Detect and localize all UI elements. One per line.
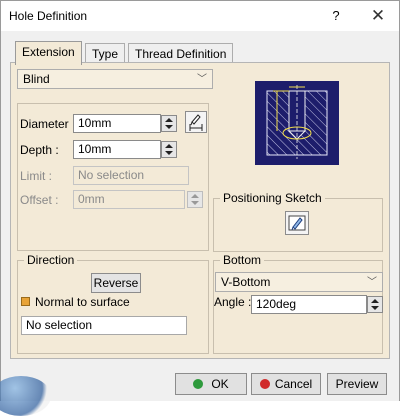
angle-spinner[interactable] <box>367 296 383 313</box>
dialog-title: Hole Definition <box>9 9 88 23</box>
spin-up-icon[interactable] <box>165 118 173 122</box>
extension-tab-panel: Blind ﹀ Diameter: 10mm Depth: 10mm Lim… <box>10 62 390 359</box>
title-bar: Hole Definition ? ✕ <box>1 1 399 31</box>
offset-label: Offset : <box>20 193 59 207</box>
spin-down-icon[interactable] <box>165 125 173 129</box>
diameter-spinner[interactable] <box>161 115 177 132</box>
offset-spinner <box>187 191 203 208</box>
reverse-button[interactable]: Reverse <box>91 273 141 293</box>
cancel-button[interactable]: Cancel <box>251 373 321 395</box>
spin-down-icon[interactable] <box>371 306 379 310</box>
depth-label: Depth : <box>20 143 59 157</box>
cancel-label: Cancel <box>274 377 313 391</box>
limit-selection-field: No selection <box>73 166 189 185</box>
chevron-down-icon: ﹀ <box>197 74 207 85</box>
angle-label: Angle : <box>214 295 252 309</box>
extension-type-select[interactable]: Blind ﹀ <box>17 69 213 89</box>
positioning-sketch-title: Positioning Sketch <box>220 191 325 205</box>
diameter-dimension-icon[interactable] <box>185 111 207 133</box>
catia-logo-icon <box>0 376 51 416</box>
diameter-label: Diameter : <box>20 117 76 131</box>
bottom-type-select[interactable]: V-Bottom ﹀ <box>215 272 383 292</box>
angle-input[interactable]: 120deg <box>251 295 367 314</box>
ok-icon <box>193 379 204 389</box>
cancel-icon <box>259 379 270 389</box>
help-button[interactable]: ? <box>325 5 347 27</box>
hole-definition-dialog: Hole Definition ? ✕ Extension Type Threa… <box>0 0 400 416</box>
ok-button[interactable]: OK <box>175 373 247 395</box>
spin-up-icon <box>191 194 199 198</box>
diameter-input[interactable]: 10mm <box>73 114 161 133</box>
preview-button[interactable]: Preview <box>327 373 387 395</box>
extension-type-value: Blind <box>23 72 50 86</box>
spin-up-icon[interactable] <box>371 299 379 303</box>
depth-input[interactable]: 10mm <box>73 140 161 159</box>
direction-title: Direction <box>24 253 78 267</box>
close-button[interactable]: ✕ <box>365 5 391 27</box>
bottom-title: Bottom <box>220 253 265 267</box>
limit-label: Limit : <box>20 169 53 183</box>
hole-section-preview-icon <box>255 81 339 165</box>
spin-up-icon[interactable] <box>165 144 173 148</box>
normal-to-surface-checkbox[interactable] <box>21 297 30 306</box>
tab-extension[interactable]: Extension <box>15 41 82 65</box>
sketch-icon[interactable] <box>285 211 309 235</box>
tab-thread-definition[interactable]: Thread Definition <box>128 43 234 64</box>
spin-down-icon <box>191 201 199 205</box>
spin-down-icon[interactable] <box>165 151 173 155</box>
chevron-down-icon: ﹀ <box>367 277 377 288</box>
depth-spinner[interactable] <box>161 141 177 158</box>
ok-label: OK <box>211 377 229 391</box>
direction-selection-field[interactable]: No selection <box>21 316 187 335</box>
offset-input: 0mm <box>73 190 185 209</box>
bottom-type-value: V-Bottom <box>221 275 271 289</box>
tab-type[interactable]: Type <box>85 43 126 64</box>
normal-to-surface-label: Normal to surface <box>35 295 130 309</box>
